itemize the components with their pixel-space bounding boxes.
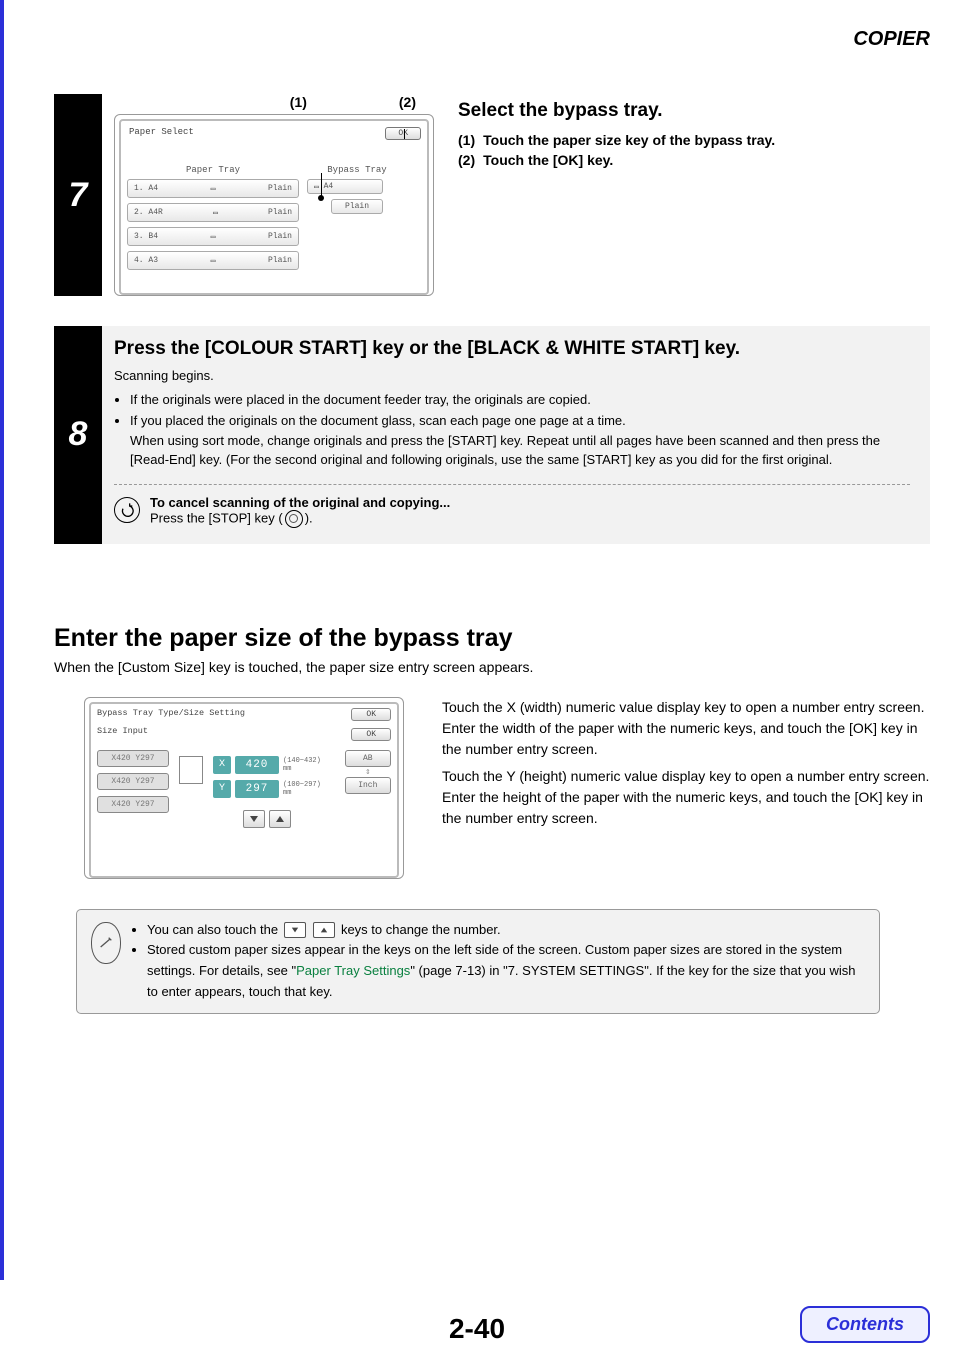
step8-bullet2b: When using sort mode, change originals a… (130, 433, 880, 468)
step7-heading: Select the bypass tray. (458, 100, 930, 122)
info-b1a: You can also touch the (147, 922, 282, 937)
cancel-text-a: Press the [STOP] key ( (150, 510, 283, 525)
tray-4-type: Plain (268, 256, 292, 265)
step8-bullet2: If you placed the originals on the docum… (130, 411, 910, 470)
screen-7-wrap: (1) (2) Paper Select OK Paper Tray (114, 94, 434, 296)
x-value[interactable]: 420 (235, 756, 279, 774)
down-button[interactable] (243, 810, 265, 828)
info-box: You can also touch the keys to change th… (76, 909, 880, 1014)
step-7: 7 (1) (2) Paper Select OK (54, 94, 930, 296)
divider (114, 484, 910, 485)
stop-key-icon (285, 510, 303, 528)
x-mm: mm (283, 765, 321, 773)
preset-3[interactable]: X420 Y297 (97, 796, 169, 813)
desc-p1: Touch the X (width) numeric value displa… (442, 697, 930, 760)
tray-3-type: Plain (268, 232, 292, 241)
section-desc: When the [Custom Size] key is touched, t… (4, 659, 930, 675)
tray-1[interactable]: 1. A4 ▭ Plain (127, 179, 299, 198)
tray-2-type: Plain (268, 208, 292, 217)
y-value[interactable]: 297 (235, 780, 279, 798)
page-number: 2-40 (449, 1313, 505, 1344)
tray-4-name: 4. A3 (134, 256, 158, 265)
bypass-tray-label: Bypass Tray (317, 165, 397, 175)
tray-2-name: 2. A4R (134, 208, 163, 217)
section-heading: Enter the paper size of the bypass tray (4, 624, 930, 653)
info-bullet-1: You can also touch the keys to change th… (147, 920, 865, 941)
step8-heading: Press the [COLOUR START] key or the [BLA… (114, 338, 910, 360)
contents-button[interactable]: Contents (800, 1306, 930, 1343)
substep-1-num: (1) (458, 132, 475, 148)
step-8: 8 Press the [COLOUR START] key or the [B… (54, 326, 930, 544)
step8-bullet1: If the originals were placed in the docu… (130, 390, 910, 410)
bypass-plain[interactable]: Plain (331, 199, 383, 214)
callout-2: (2) (399, 94, 416, 110)
step-number-8: 8 (54, 326, 102, 544)
back-arrow-icon (114, 497, 140, 523)
x-range: (140~432) (283, 757, 321, 765)
x-label: X (213, 756, 231, 774)
note-icon (91, 922, 119, 962)
y-mm: mm (283, 789, 321, 797)
info-bullet-2: Stored custom paper sizes appear in the … (147, 940, 865, 1002)
y-range: (100~297) (283, 781, 321, 789)
preset-2[interactable]: X420 Y297 (97, 773, 169, 790)
substep-2-num: (2) (458, 152, 475, 168)
step8-line1: Scanning begins. (114, 366, 910, 386)
cancel-heading: To cancel scanning of the original and c… (150, 495, 450, 510)
section-label: COPIER (853, 28, 930, 51)
tray-1-name: 1. A4 (134, 184, 158, 193)
step8-bullet2a: If you placed the originals on the docum… (130, 413, 626, 428)
tray-1-type: Plain (268, 184, 292, 193)
desc-p2: Touch the Y (height) numeric value displ… (442, 766, 930, 829)
screen-size-input: Bypass Tray Type/Size Setting OK Size In… (84, 697, 404, 879)
inline-up-icon (313, 922, 335, 938)
tray-4[interactable]: 4. A3 ▭ Plain (127, 251, 299, 270)
paper-tray-settings-link[interactable]: Paper Tray Settings (296, 963, 410, 978)
callout-1: (1) (290, 94, 307, 110)
paper-icon (177, 754, 203, 784)
substep-2-text: Touch the [OK] key. (483, 152, 613, 168)
up-button[interactable] (269, 810, 291, 828)
tray-3-name: 3. B4 (134, 232, 158, 241)
sb-ok-1[interactable]: OK (351, 708, 391, 721)
info-b1b: keys to change the number. (341, 922, 501, 937)
paper-tray-label: Paper Tray (127, 165, 299, 175)
inline-down-icon (284, 922, 306, 938)
unit-ab[interactable]: AB (345, 750, 391, 767)
preset-1[interactable]: X420 Y297 (97, 750, 169, 767)
y-label: Y (213, 780, 231, 798)
tray-3[interactable]: 3. B4 ▭ Plain (127, 227, 299, 246)
sb-ok-2[interactable]: OK (351, 728, 391, 741)
step-number-7: 7 (54, 94, 102, 296)
unit-arrow-icon: ⇕ (345, 767, 391, 777)
unit-inch[interactable]: Inch (345, 777, 391, 794)
bypass-a4[interactable]: ▭ A4 (307, 179, 383, 194)
substep-1-text: Touch the paper size key of the bypass t… (483, 132, 775, 148)
cancel-text-b: ). (305, 510, 313, 525)
tray-2[interactable]: 2. A4R ▭ Plain (127, 203, 299, 222)
screen7-title: Paper Select (121, 121, 427, 137)
bypass-a4-lbl: A4 (324, 182, 334, 191)
